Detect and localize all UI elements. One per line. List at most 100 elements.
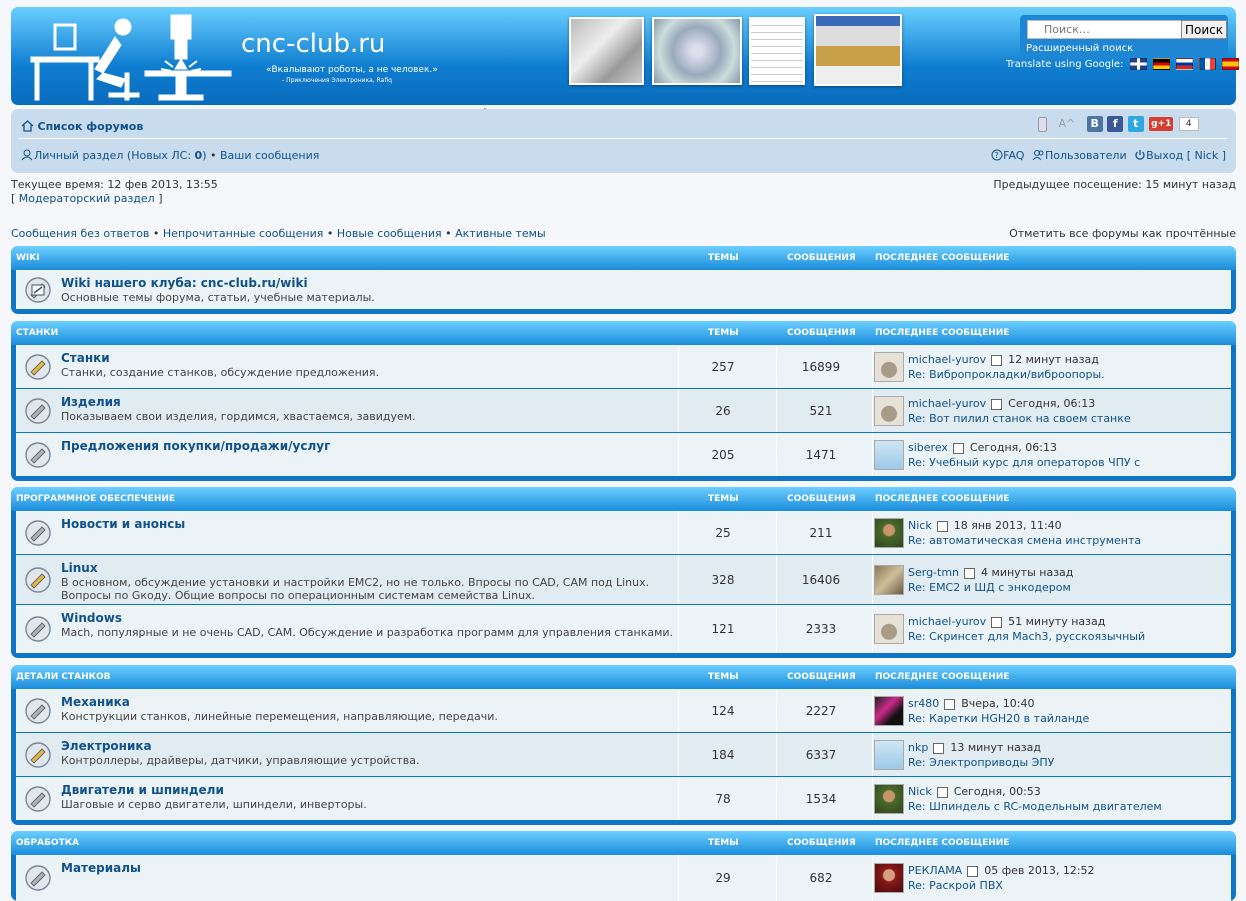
new-posts-link[interactable]: Новые сообщения	[337, 227, 442, 240]
last-post-subject-link[interactable]: Re: EMC2 и ШД с энкодером	[908, 581, 1071, 594]
avatar[interactable]	[874, 740, 904, 770]
category-title[interactable]: ДЕТАЛИ СТАНКОВ	[16, 672, 111, 682]
mobile-icon[interactable]	[1038, 116, 1047, 132]
forum-title-link[interactable]: Новости и анонсы	[61, 517, 185, 531]
forum-title-link[interactable]: Wiki нашего клуба: cnc-club.ru/wiki	[61, 276, 308, 290]
faq-link[interactable]: FAQ	[1003, 149, 1024, 162]
banner-thumb-1[interactable]	[569, 17, 644, 85]
your-posts-link[interactable]: Ваши сообщения	[220, 149, 319, 162]
view-latest-post-icon[interactable]	[991, 398, 1003, 410]
category-title[interactable]: ПРОГРАММНОЕ ОБЕСПЕЧЕНИЕ	[16, 494, 175, 504]
last-post-subject-link[interactable]: Re: Вибропрокладки/виброопоры.	[908, 368, 1105, 381]
gb-flag-icon[interactable]	[1129, 58, 1147, 70]
last-post-author-link[interactable]: Serg-tmn	[908, 566, 959, 579]
forum-row[interactable]: Двигатели и шпиндели Шаговые и серво двиг…	[16, 777, 1231, 820]
forum-row[interactable]: Предложения покупки/продажи/услуг 205 1471…	[16, 433, 1231, 476]
de-flag-icon[interactable]	[1152, 58, 1170, 70]
google-plus-share-icon[interactable]: g+1	[1149, 117, 1174, 131]
avatar[interactable]	[874, 396, 904, 426]
last-post-subject-link[interactable]: Re: Вот пилил станок на своем станке	[908, 412, 1131, 425]
last-post-subject-link[interactable]: Re: Каретки HGH20 в тайланде	[908, 712, 1089, 725]
last-post-subject-link[interactable]: Re: Шпиндель с RC-модельным двигателем	[908, 800, 1162, 813]
forum-row[interactable]: Windows Mach, популярные и не очень CAD, …	[16, 605, 1231, 653]
forum-row[interactable]: Электроника Контроллеры, драйверы, датчик…	[16, 733, 1231, 776]
vk-share-icon[interactable]: В	[1086, 116, 1103, 132]
avatar[interactable]	[874, 565, 904, 595]
view-latest-post-icon[interactable]	[991, 354, 1003, 366]
banner-thumb-3[interactable]	[749, 17, 805, 85]
avatar[interactable]	[874, 440, 904, 470]
view-latest-post-icon[interactable]	[944, 698, 956, 710]
unread-posts-link[interactable]: Непрочитанные сообщения	[163, 227, 323, 240]
view-latest-post-icon[interactable]	[964, 567, 976, 579]
mark-read-link[interactable]: Отметить все форумы как прочтённые	[1009, 227, 1236, 240]
fr-flag-icon[interactable]	[1199, 58, 1217, 70]
last-post-author-link[interactable]: michael-yurov	[908, 397, 986, 410]
forum-row[interactable]: Linux В основном, обсуждение установки и …	[16, 555, 1231, 604]
category-title[interactable]: ОБРАБОТКА	[16, 838, 79, 848]
advanced-search-link[interactable]: Расширенный поиск	[1026, 43, 1133, 54]
forum-title-link[interactable]: Механика	[61, 695, 130, 709]
forum-index-link[interactable]: Список форумов	[38, 120, 144, 133]
last-post-author-link[interactable]: michael-yurov	[908, 353, 986, 366]
last-post-subject-link[interactable]: Re: Электроприводы ЭПУ	[908, 756, 1054, 769]
view-latest-post-icon[interactable]	[967, 865, 979, 877]
forum-title-link[interactable]: Электроника	[61, 739, 152, 753]
column-divider	[872, 733, 873, 776]
last-post-author-link[interactable]: michael-yurov	[908, 615, 986, 628]
moderator-link[interactable]: Модераторский раздел	[19, 192, 155, 205]
forum-title-link[interactable]: Двигатели и шпиндели	[61, 783, 224, 797]
logout-link[interactable]: Выход [ Nick ]	[1146, 149, 1226, 162]
es-flag-icon[interactable]	[1222, 58, 1240, 70]
avatar[interactable]	[874, 784, 904, 814]
avatar[interactable]	[874, 518, 904, 548]
forum-title-link[interactable]: Материалы	[61, 861, 141, 875]
view-latest-post-icon[interactable]	[936, 520, 948, 532]
category-title[interactable]: СТАНКИ	[16, 328, 58, 338]
site-title[interactable]: cnc-club.ru	[241, 29, 385, 59]
last-post-author-link[interactable]: Nick	[908, 519, 932, 532]
last-post-author-link[interactable]: nkp	[908, 741, 928, 754]
personal-section-link[interactable]: Личный раздел	[34, 149, 123, 162]
forum-row[interactable]: Станки Станки, создание станков, обсужден…	[16, 345, 1231, 388]
forum-title-link[interactable]: Linux	[61, 561, 98, 575]
ru-flag-icon[interactable]	[1175, 58, 1193, 70]
twitter-share-icon[interactable]: t	[1127, 116, 1144, 132]
text-size-control[interactable]: A^	[1059, 117, 1076, 130]
last-post-subject-link[interactable]: Re: автоматическая смена инструмента	[908, 534, 1141, 547]
users-link[interactable]: Пользователи	[1045, 149, 1127, 162]
view-latest-post-icon[interactable]	[991, 616, 1003, 628]
avatar[interactable]	[874, 352, 904, 382]
view-latest-post-icon[interactable]	[933, 742, 945, 754]
forum-title-link[interactable]: Станки	[61, 351, 110, 365]
last-post-author-link[interactable]: sr480	[908, 697, 939, 710]
forum-row[interactable]: Материалы 29 682 РЕКЛАМА 05 фев 2013, 12:52 R…	[16, 855, 1231, 901]
last-post-subject-link[interactable]: Re: Раскрой ПВХ	[908, 879, 1003, 892]
last-post-author-link[interactable]: РЕКЛАМА	[908, 864, 962, 877]
unanswered-posts-link[interactable]: Сообщения без ответов	[11, 227, 149, 240]
forum-title-link[interactable]: Предложения покупки/продажи/услуг	[61, 439, 330, 453]
banner-thumb-4[interactable]	[814, 14, 902, 86]
category-title[interactable]: WIKI	[16, 253, 40, 263]
search-button[interactable]: Поиск	[1181, 20, 1227, 39]
active-topics-link[interactable]: Активные темы	[455, 227, 546, 240]
last-post-subject-link[interactable]: Re: Скринсет для Mach3, русскоязычный	[908, 630, 1145, 643]
search-input[interactable]	[1027, 20, 1195, 39]
forum-row[interactable]: Изделия Показываем свои изделия, гордимся…	[16, 389, 1231, 432]
facebook-share-icon[interactable]: f	[1107, 116, 1124, 132]
forum-row[interactable]: Wiki нашего клуба: cnc-club.ru/wiki Основ…	[16, 270, 1231, 309]
new-pm-link[interactable]: (Новых ЛС: 0)	[127, 149, 207, 162]
forum-row[interactable]: Новости и анонсы 25 211 Nick 18 янв 2013, 11…	[16, 511, 1231, 554]
forum-title-link[interactable]: Изделия	[61, 395, 121, 409]
avatar[interactable]	[874, 614, 904, 644]
banner-thumb-2[interactable]	[652, 17, 742, 85]
avatar[interactable]	[874, 696, 904, 726]
last-post-subject-link[interactable]: Re: Учебный курс для операторов ЧПУ с	[908, 456, 1140, 469]
last-post-author-link[interactable]: siberex	[908, 441, 948, 454]
site-logo-icon[interactable]	[25, 13, 241, 101]
forum-row[interactable]: Механика Конструкции станков, линейные пе…	[16, 689, 1231, 732]
view-latest-post-icon[interactable]	[936, 786, 948, 798]
last-post-author-link[interactable]: Nick	[908, 785, 932, 798]
view-latest-post-icon[interactable]	[952, 442, 964, 454]
forum-title-link[interactable]: Windows	[61, 611, 122, 625]
